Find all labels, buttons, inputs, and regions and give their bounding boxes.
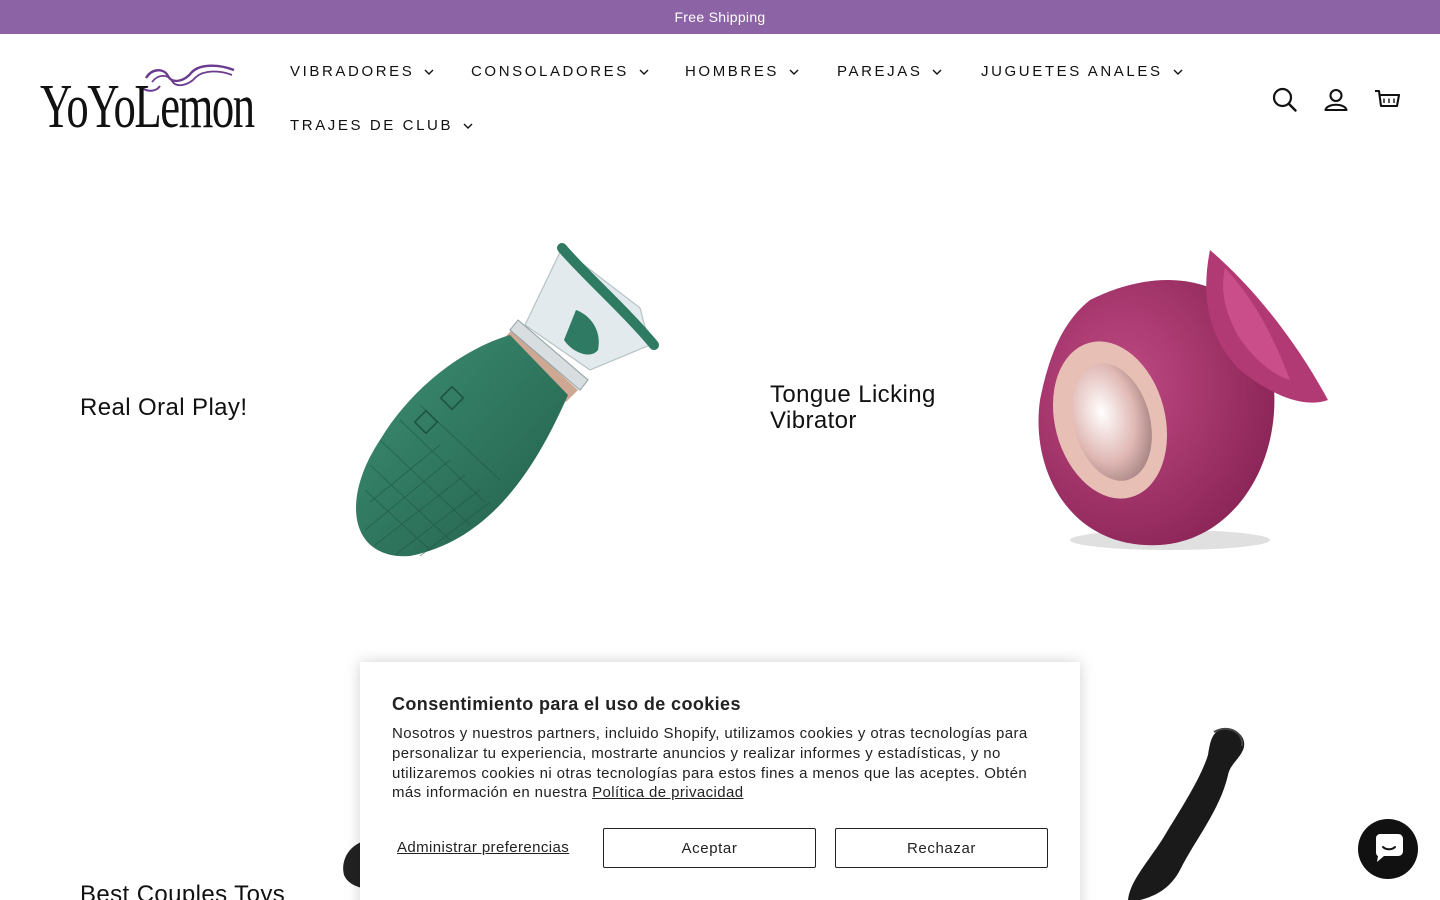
black-dildo-image[interactable] [1110, 720, 1260, 900]
account-icon[interactable] [1322, 86, 1350, 114]
promo-title-best-couples-toys[interactable]: Best Couples Toys [80, 882, 285, 900]
cookie-title: Consentimiento para el uso de cookies [392, 694, 741, 714]
cart-icon[interactable] [1373, 86, 1401, 114]
nav-juguetes-anales[interactable]: JUGUETES ANALES [981, 63, 1183, 80]
cookie-actions: Administrar preferencias Aceptar Rechaza… [392, 828, 1048, 868]
site-logo[interactable]: YoYoLemon [40, 62, 255, 138]
nav-label: CONSOLADORES [471, 63, 629, 80]
nav-hombres[interactable]: HOMBRES [685, 63, 799, 80]
pink-tongue-vibrator-image[interactable] [1030, 240, 1340, 560]
logo-text: YoYoLemon [40, 73, 255, 141]
cookie-body: Nosotros y nuestros partners, incluido S… [392, 724, 1052, 803]
announcement-text: Free Shipping [674, 9, 766, 25]
green-suction-vibrator-image[interactable] [340, 240, 670, 570]
chevron-down-icon [789, 69, 799, 75]
nav-trajes-de-club[interactable]: TRAJES DE CLUB [290, 117, 473, 134]
nav-parejas[interactable]: PAREJAS [837, 63, 942, 80]
nav-label: VIBRADORES [290, 63, 415, 80]
announcement-bar: Free Shipping [0, 0, 1440, 34]
chevron-down-icon [1173, 69, 1183, 75]
promo-title-line: Tongue Licking [770, 381, 936, 408]
search-icon[interactable] [1271, 86, 1299, 114]
chevron-down-icon [639, 69, 649, 75]
chevron-down-icon [424, 69, 434, 75]
chevron-down-icon [932, 69, 942, 75]
cookie-consent-banner: Consentimiento para el uso de cookies No… [360, 662, 1080, 900]
chat-widget-button[interactable] [1358, 819, 1418, 879]
reject-cookies-button[interactable]: Rechazar [835, 828, 1048, 868]
chevron-down-icon [463, 123, 473, 129]
accept-cookies-button[interactable]: Aceptar [603, 828, 816, 868]
promo-title-real-oral-play[interactable]: Real Oral Play! [80, 395, 247, 421]
chat-icon [1376, 834, 1403, 862]
nav-label: HOMBRES [685, 63, 780, 80]
manage-preferences-button[interactable]: Administrar preferencias [397, 828, 569, 868]
promo-title-line: Vibrator [770, 407, 857, 434]
nav-vibradores[interactable]: VIBRADORES [290, 63, 434, 80]
nav-consoladores[interactable]: CONSOLADORES [471, 63, 649, 80]
nav-label: TRAJES DE CLUB [290, 117, 454, 134]
privacy-policy-link[interactable]: Política de privacidad [592, 784, 743, 801]
nav-label: PAREJAS [837, 63, 923, 80]
promo-title-tongue-licking-vibrator[interactable]: Tongue Licking Vibrator [770, 382, 936, 434]
nav-label: JUGUETES ANALES [981, 63, 1163, 80]
